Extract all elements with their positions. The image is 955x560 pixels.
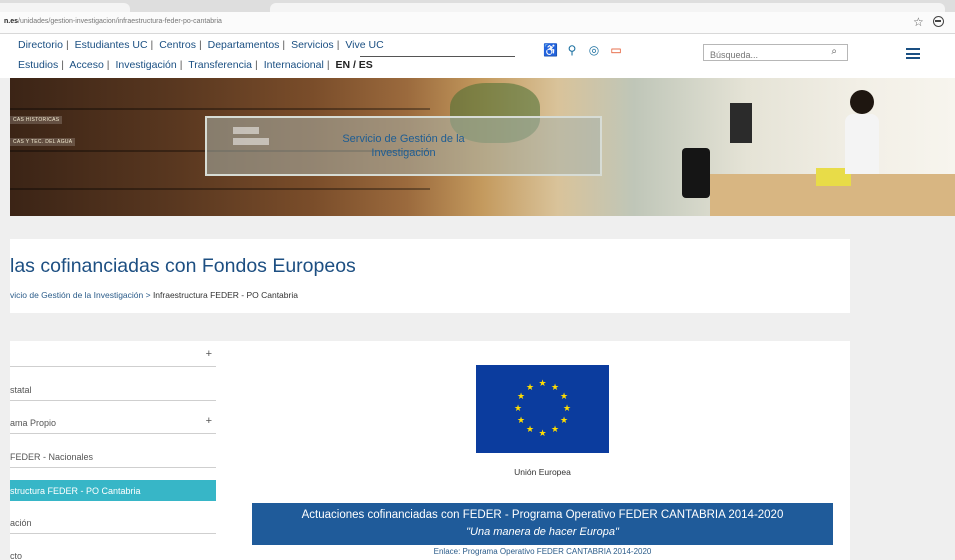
nav-divider [360, 56, 515, 57]
search-box: ⌕ [703, 44, 848, 63]
nav-link-acceso[interactable]: Acceso [69, 59, 103, 71]
nav-link-servicios[interactable]: Servicios [291, 39, 334, 51]
svg-text:★: ★ [551, 425, 559, 435]
svg-text:★: ★ [526, 383, 534, 393]
feder-slogan: "Una manera de hacer Europa" [466, 526, 619, 538]
nav-link-investigacion[interactable]: Investigación [115, 59, 176, 71]
svg-text:★: ★ [538, 379, 546, 389]
search-input[interactable] [704, 47, 814, 63]
svg-text:★: ★ [563, 404, 571, 414]
site-header: Directorio | Estudiantes UC | Centros | Dep… [0, 34, 955, 78]
breadcrumb-current: Infraestructura FEDER - PO Cantabria [152, 290, 298, 300]
sidebar-item[interactable]: + [10, 345, 216, 367]
account-icon[interactable] [933, 16, 944, 27]
eu-caption: Unión Europea [514, 467, 571, 477]
browser-tabstrip [0, 0, 955, 12]
nav-link-directorio[interactable]: Directorio [18, 39, 63, 51]
nav-link-estudiantes[interactable]: Estudiantes UC [75, 39, 148, 51]
banner-image: CAS HISTORICAS CAS Y TEC. DEL AGUA Servi… [10, 78, 955, 216]
instagram-icon[interactable]: ◎ [587, 43, 601, 57]
svg-text:★: ★ [560, 392, 568, 402]
programa-operativo-link[interactable]: Programa Operativo FEDER CANTABRIA 2014-… [463, 547, 652, 556]
screen-icon[interactable]: ▭ [609, 43, 623, 57]
language-switch[interactable]: EN / ES [335, 59, 372, 71]
sidebar-item-proyecto[interactable]: cto [10, 545, 216, 560]
expand-plus-icon[interactable]: + [206, 415, 212, 427]
nav-row-secondary: Estudios | Acceso | Investigación | Transfe… [18, 59, 373, 71]
feder-banner: Actuaciones cofinanciadas con FEDER - Pr… [252, 503, 833, 545]
svg-text:★: ★ [538, 429, 546, 439]
banner-title: Servicio de Gestión de la Investigación [342, 132, 465, 159]
feder-title: Actuaciones cofinanciadas con FEDER - Pr… [301, 509, 784, 521]
main-content: + statal ama Propio + FEDER - Nacionales … [10, 341, 850, 560]
eu-flag-image: ★ ★ ★ ★ ★ ★ ★ ★ ★ ★ ★ ★ [476, 365, 609, 453]
nav-link-internacional[interactable]: Internacional [264, 59, 324, 71]
url-text[interactable]: n.es/unidades/gestion-investigacion/infr… [4, 18, 222, 25]
breadcrumb-link[interactable]: vicio de Gestión de la Investigación [10, 290, 143, 300]
location-icon[interactable]: ⚲ [565, 43, 579, 57]
nav-link-centros[interactable]: Centros [159, 39, 196, 51]
nav-row-primary: Directorio | Estudiantes UC | Centros | Dep… [18, 39, 384, 51]
shelf-label: CAS Y TEC. DEL AGUA [10, 138, 76, 146]
svg-text:★: ★ [526, 425, 534, 435]
nav-link-estudios[interactable]: Estudios [18, 59, 58, 71]
sidebar-item-estatal[interactable]: statal [10, 379, 216, 401]
shelf-label: CAS HISTORICAS [10, 116, 63, 124]
page-header-card: las cofinanciadas con Fondos Europeos vi… [10, 239, 850, 313]
sidebar-item-feder-nacionales[interactable]: FEDER - Nacionales [10, 446, 216, 468]
url-host: n.es [4, 18, 19, 25]
menu-icon[interactable] [906, 48, 920, 59]
header-icons: ♿ ⚲ ◎ ▭ [543, 43, 623, 57]
svg-text:★: ★ [551, 383, 559, 393]
banner-title-box: Servicio de Gestión de la Investigación [205, 116, 602, 176]
search-icon[interactable]: ⌕ [831, 46, 837, 57]
address-bar[interactable]: n.es/unidades/gestion-investigacion/infr… [0, 12, 955, 34]
browser-tab-active[interactable] [270, 3, 945, 12]
svg-text:★: ★ [517, 416, 525, 426]
breadcrumb: vicio de Gestión de la Investigación > I… [10, 290, 298, 300]
enlace-line: Enlace: Programa Operativo FEDER CANTABR… [433, 547, 652, 556]
accessibility-icon[interactable]: ♿ [543, 43, 558, 57]
nav-link-vive-uc[interactable]: Vive UC [345, 39, 383, 51]
bookmark-star-icon[interactable]: ☆ [913, 15, 924, 29]
nav-link-departamentos[interactable]: Departamentos [208, 39, 280, 51]
svg-text:★: ★ [514, 404, 522, 414]
sidebar-item-feder-po-cantabria[interactable]: structura FEDER - PO Cantabria [10, 480, 216, 501]
url-path: /unidades/gestion-investigacion/infraest… [18, 18, 222, 25]
svg-text:★: ★ [560, 416, 568, 426]
expand-plus-icon[interactable]: + [206, 348, 212, 360]
eu-stars-icon: ★ ★ ★ ★ ★ ★ ★ ★ ★ ★ ★ ★ [514, 379, 571, 439]
nav-link-transferencia[interactable]: Transferencia [188, 59, 252, 71]
browser-tab[interactable] [0, 3, 130, 12]
sidebar-item-accion[interactable]: ación [10, 512, 216, 534]
page-title: las cofinanciadas con Fondos Europeos [10, 255, 356, 277]
sidebar-item-programa-propio[interactable]: ama Propio + [10, 412, 216, 434]
svg-text:★: ★ [517, 392, 525, 402]
